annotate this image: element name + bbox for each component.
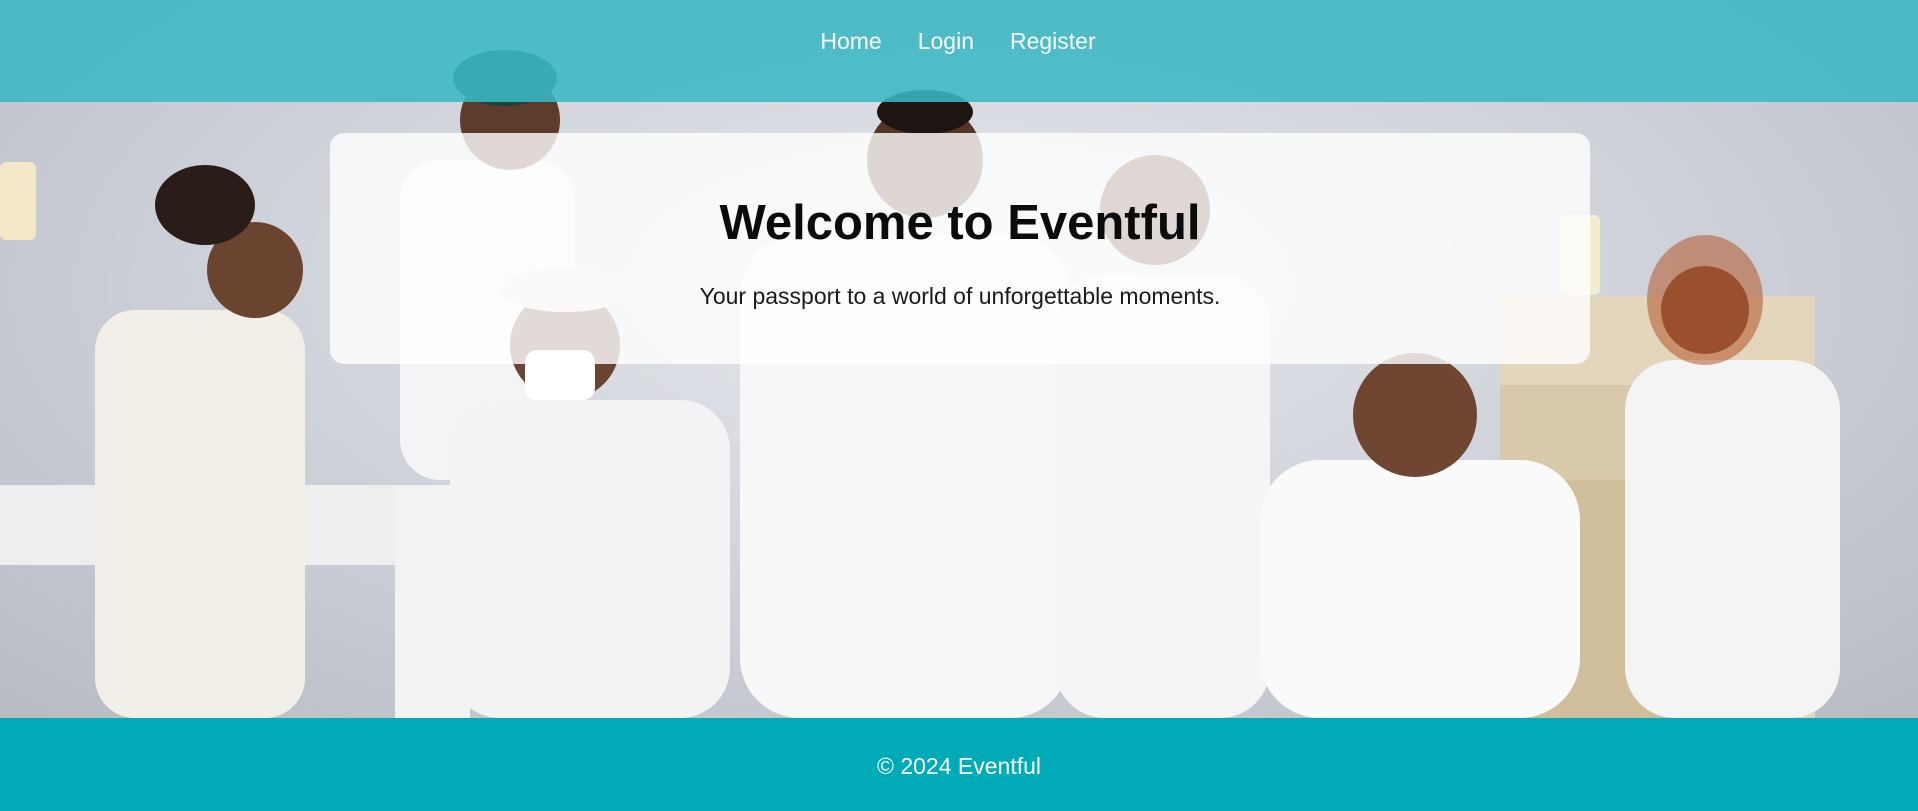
page-title: Welcome to Eventful — [719, 196, 1201, 250]
footer-copyright: © 2024 Eventful — [877, 753, 1041, 779]
nav-login-link[interactable]: Login — [900, 28, 992, 55]
nav-home-link[interactable]: Home — [802, 28, 899, 55]
nav-register-link[interactable]: Register — [992, 28, 1114, 55]
welcome-card: Welcome to Eventful Your passport to a w… — [330, 133, 1590, 364]
page-footer: © 2024 Eventful — [0, 718, 1918, 811]
nav-links: Home Login Register — [802, 28, 1113, 55]
top-navbar: Home Login Register — [0, 0, 1918, 102]
page-subtitle: Your passport to a world of unforgettabl… — [699, 283, 1221, 309]
